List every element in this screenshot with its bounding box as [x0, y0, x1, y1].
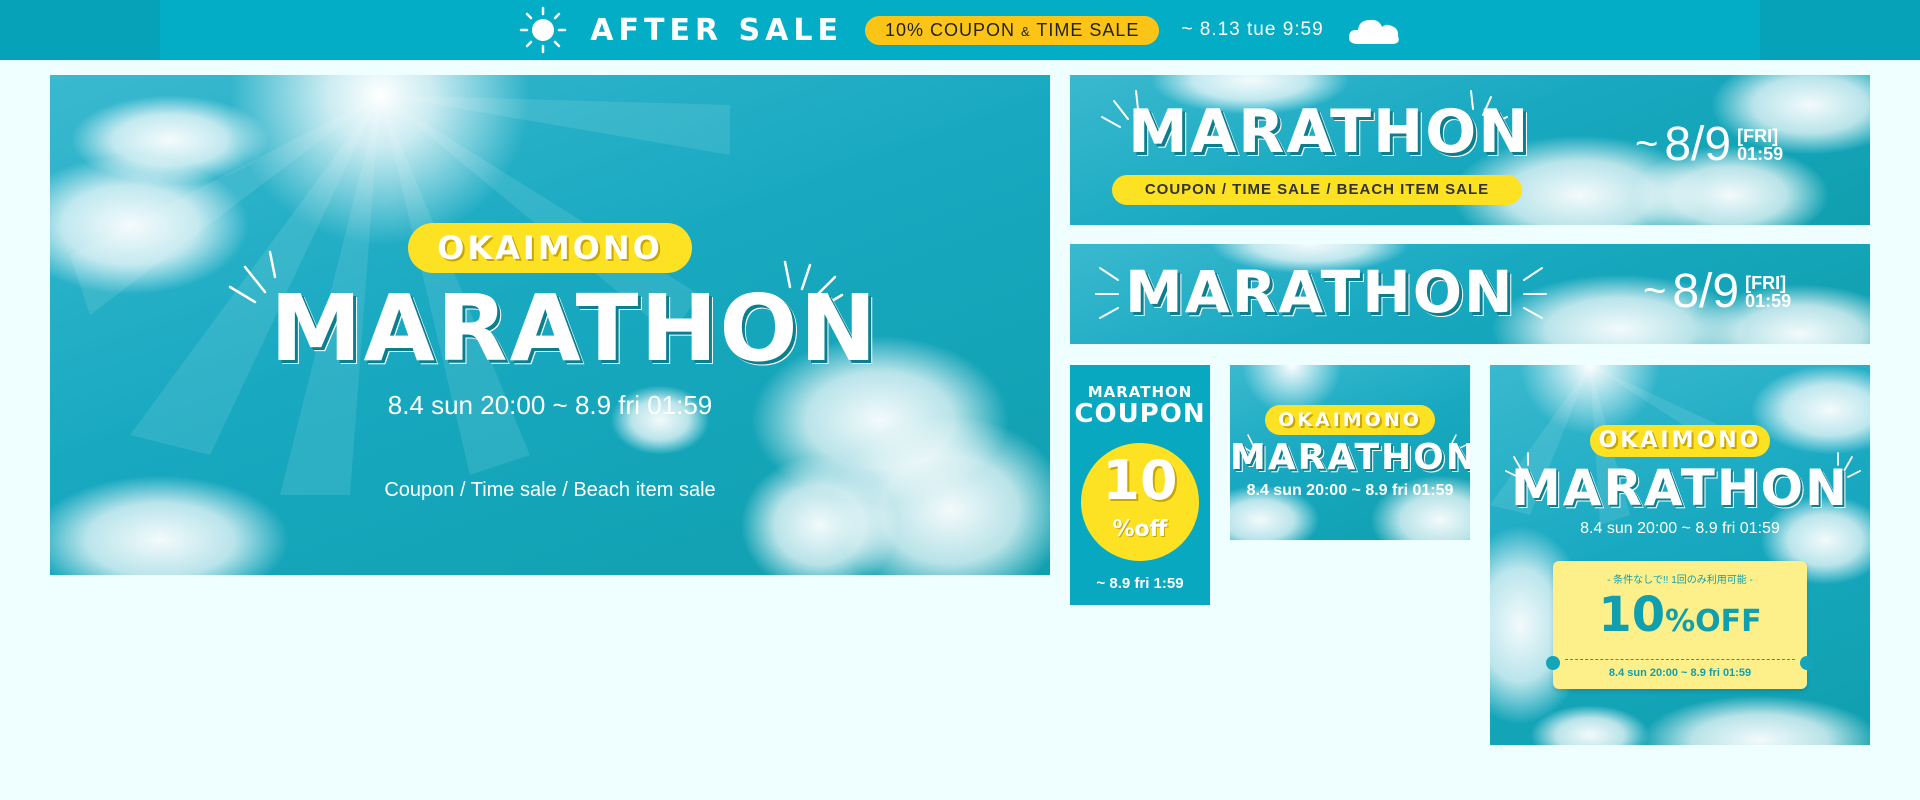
- okaimono-label: OKAIMONO: [1265, 405, 1435, 435]
- coupon-title-coupon: COUPON: [1074, 399, 1206, 429]
- okaimono-label: OKAIMONO: [408, 223, 692, 273]
- after-sale-title: AFTER SALE: [590, 12, 843, 48]
- cloud-decoration: [50, 155, 250, 295]
- coupon-pill-amp: &: [1021, 23, 1031, 39]
- ticket-condition-note: - 条件なしで!! 1回のみ利用可能 -: [1607, 575, 1753, 586]
- cloud-decoration: [50, 475, 290, 575]
- marathon-title: MARATHON: [1128, 97, 1531, 167]
- date-time: 01:59: [1737, 143, 1784, 164]
- wide-marathon-banner-2[interactable]: MARATHON ~ 8/9 [FRI] 01:59: [1070, 244, 1870, 344]
- ticket-discount: 10%OFF: [1553, 587, 1807, 643]
- date-weekday: [FRI]: [1737, 125, 1779, 146]
- main-marathon-banner[interactable]: OKAIMONO MARATHON 8.4 sun 20:00 ~ 8.9 fr…: [50, 75, 1050, 575]
- ticket-discount-value: 10: [1598, 587, 1666, 643]
- date-weekday: [FRI]: [1745, 272, 1787, 293]
- wide-marathon-banner-1[interactable]: MARATHON COUPON / TIME SALE / BEACH ITEM…: [1070, 75, 1870, 225]
- coupon-pill-text-2: TIME SALE: [1030, 19, 1140, 40]
- after-sale-end-date: ~ 8.13 tue 9:59: [1181, 19, 1324, 40]
- top-bar-content[interactable]: AFTER SALE 10% COUPON & TIME SALE ~ 8.13…: [160, 0, 1760, 60]
- date-tilde: ~: [1635, 122, 1659, 166]
- coupon-timesale-pill: 10% COUPON & TIME SALE: [864, 15, 1160, 45]
- sale-period: 8.4 sun 20:00 ~ 8.9 fri 01:59: [387, 390, 713, 420]
- marathon-title: MARATHON: [1125, 258, 1515, 326]
- date-tilde: ~: [1643, 269, 1667, 313]
- small-marathon-banner[interactable]: OKAIMONO MARATHON 8.4 sun 20:00 ~ 8.9 fr…: [1230, 365, 1470, 540]
- cloud-decoration: [830, 415, 1050, 575]
- date-month-day: 8/9: [1672, 265, 1740, 318]
- cloud-icon: [1346, 12, 1402, 48]
- date-stack: [FRI] 01:59: [1737, 127, 1783, 163]
- marathon-title: MARATHON: [1230, 437, 1470, 478]
- sale-features: COUPON / TIME SALE / BEACH ITEM SALE: [1112, 175, 1522, 205]
- ticket-discount-unit: %OFF: [1665, 604, 1762, 639]
- okaimono-label: OKAIMONO: [1590, 425, 1770, 457]
- top-announcement-bar: AFTER SALE 10% COUPON & TIME SALE ~ 8.13…: [0, 0, 1920, 60]
- date-stack: [FRI] 01:59: [1745, 274, 1791, 310]
- sale-features: Coupon / Time sale / Beach item sale: [384, 479, 716, 501]
- end-date: ~ 8/9 [FRI] 01:59: [1643, 264, 1791, 319]
- date-month-day: 8/9: [1664, 118, 1732, 171]
- sale-period: 8.4 sun 20:00 ~ 8.9 fri 01:59: [1580, 520, 1780, 537]
- cloud-decoration: [740, 455, 900, 575]
- coupon-end-date: ~ 8.9 fri 1:59: [1096, 575, 1184, 592]
- coupon-ticket[interactable]: - 条件なしで!! 1回のみ利用可能 - 10%OFF 8.4 sun 20:0…: [1546, 561, 1814, 689]
- coupon-unit: %off: [1112, 517, 1168, 542]
- cloud-decoration: [1640, 695, 1870, 745]
- cloud-decoration: [70, 95, 270, 185]
- ticket-dashed-divider: [1565, 659, 1795, 660]
- ticket-period: 8.4 sun 20:00 ~ 8.9 fri 01:59: [1608, 667, 1752, 679]
- sun-icon: [518, 5, 568, 55]
- spark-lines-right: [1523, 267, 1547, 319]
- tall-marathon-banner[interactable]: OKAIMONO MARATHON 8.4 sun 20:00 ~ 8.9 fr…: [1490, 365, 1870, 745]
- marathon-title: MARATHON: [270, 275, 879, 382]
- coupon-banner[interactable]: MARATHON COUPON 10 %off ~ 8.9 fri 1:59: [1070, 365, 1210, 605]
- date-time: 01:59: [1745, 290, 1792, 311]
- coupon-pill-text-1: 10% COUPON: [884, 19, 1021, 40]
- end-date: ~ 8/9 [FRI] 01:59: [1635, 117, 1783, 172]
- marathon-title: MARATHON: [1510, 459, 1850, 517]
- cloud-decoration: [1530, 705, 1650, 745]
- sale-period: 8.4 sun 20:00 ~ 8.9 fri 01:59: [1246, 482, 1454, 499]
- coupon-value: 10: [1102, 449, 1178, 512]
